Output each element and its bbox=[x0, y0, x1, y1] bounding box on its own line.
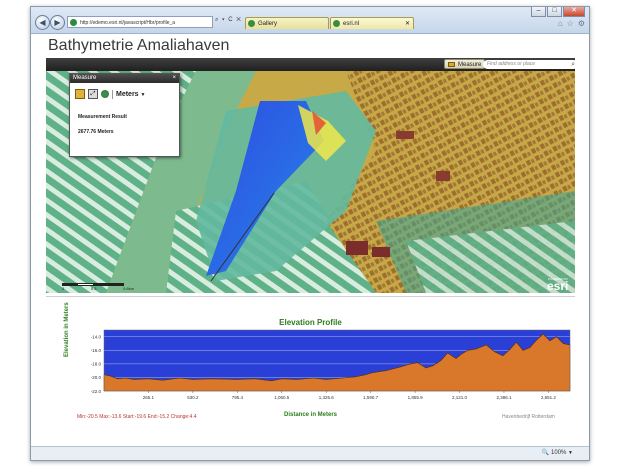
x-tick-label: 265.1 bbox=[143, 395, 155, 400]
settings-gear-icon[interactable]: ⚙ bbox=[578, 19, 585, 28]
address-text: http://edemo.esri.nl/javascript/Hbr/prof… bbox=[80, 20, 176, 26]
measure-tools: ⤢ Meters ▼ bbox=[75, 89, 145, 99]
divider bbox=[112, 89, 113, 99]
y-tick-label: -14.0 bbox=[91, 335, 102, 340]
measurement-result-value: 2677.76 Meters bbox=[78, 129, 114, 135]
x-tick-label: 530.2 bbox=[187, 395, 199, 400]
zoom-icon: 🔍 bbox=[541, 450, 550, 456]
address-tools[interactable]: ⌕ ▾ C ✕ bbox=[215, 17, 242, 24]
measure-panel-title: Measure bbox=[73, 75, 97, 81]
tab-close-icon[interactable]: ✕ bbox=[405, 18, 410, 30]
data-credit: Havenbedrijf Rotterdam bbox=[502, 414, 555, 420]
esri-favicon-icon bbox=[333, 20, 340, 27]
measure-panel: Measure × ⤢ Meters ▼ Measurement Result … bbox=[69, 73, 180, 157]
y-tick-label: -18.0 bbox=[91, 362, 102, 367]
chevron-down-icon: ▼ bbox=[140, 91, 146, 98]
browser-right-tools: ⌂ ☆ ⚙ bbox=[558, 19, 585, 28]
search-input[interactable]: Find address or place ⌕ bbox=[483, 60, 578, 69]
page-title: Bathymetrie Amaliahaven bbox=[48, 37, 230, 54]
scale-bar: 0 0.3 0.6km bbox=[62, 283, 134, 291]
x-tick-label: 1,325.6 bbox=[319, 395, 335, 400]
measurement-result-label: Measurement Result bbox=[78, 114, 127, 120]
x-tick-label: 795.4 bbox=[232, 395, 244, 400]
elevation-profile-panel: Elevation Profile Elevation in Meters Di… bbox=[46, 296, 575, 428]
maximize-button[interactable]: □ bbox=[547, 7, 562, 17]
search-icon[interactable]: ⌕ bbox=[571, 60, 575, 69]
y-tick-label: -22.0 bbox=[91, 389, 102, 394]
location-tool-icon[interactable] bbox=[101, 90, 109, 98]
site-favicon-icon bbox=[70, 19, 77, 26]
distance-tool-icon[interactable]: ⤢ bbox=[88, 89, 98, 99]
zoom-level[interactable]: 🔍 100% ▼ bbox=[542, 449, 573, 456]
scale-label: 0.6km bbox=[123, 286, 134, 291]
scale-label: 0.3 bbox=[90, 286, 97, 291]
browser-window: ◀ ▶ http://edemo.esri.nl/javascript/Hbr/… bbox=[30, 6, 590, 461]
esri-logo: esri bbox=[547, 279, 569, 293]
profile-stats: Min:-20.5 Max:-13.6 Start:-19.6 End:-15.… bbox=[77, 414, 197, 420]
zoom-value: 100% bbox=[551, 450, 567, 456]
tab-label: Gallery bbox=[258, 21, 278, 27]
x-tick-label: 2,121.0 bbox=[452, 395, 468, 400]
units-dropdown[interactable]: Meters ▼ bbox=[116, 91, 145, 98]
x-tick-label: 2,386.1 bbox=[496, 395, 512, 400]
minimize-button[interactable]: – bbox=[531, 7, 546, 17]
browser-toolbar: ◀ ▶ http://edemo.esri.nl/javascript/Hbr/… bbox=[31, 7, 589, 34]
y-tick-label: -20.0 bbox=[91, 375, 102, 380]
y-tick-label: -16.0 bbox=[91, 348, 102, 353]
measure-button-label: Measure bbox=[458, 62, 482, 68]
gallery-favicon-icon bbox=[248, 20, 255, 27]
close-window-button[interactable]: ✕ bbox=[563, 7, 585, 17]
home-icon[interactable]: ⌂ bbox=[558, 19, 563, 28]
chevron-down-icon: ▼ bbox=[568, 450, 573, 456]
units-label: Meters bbox=[116, 90, 139, 98]
measure-panel-header: Measure × bbox=[70, 74, 179, 83]
favorites-star-icon[interactable]: ☆ bbox=[567, 19, 574, 28]
tab-esri[interactable]: esri.nl ✕ bbox=[330, 17, 414, 29]
status-bar: 🔍 100% ▼ bbox=[31, 446, 589, 460]
search-placeholder: Find address or place bbox=[487, 61, 536, 67]
scale-label: 0 bbox=[62, 286, 65, 291]
x-tick-label: 2,651.2 bbox=[541, 395, 557, 400]
x-tick-label: 1,060.5 bbox=[274, 395, 290, 400]
elevation-chart[interactable]: -14.0 -16.0 -18.0 -20.0 -22.0 265.1 530.2 795.4… bbox=[46, 297, 575, 428]
address-bar[interactable]: http://edemo.esri.nl/javascript/Hbr/prof… bbox=[67, 16, 213, 28]
area-tool-icon[interactable] bbox=[75, 89, 85, 99]
x-tick-label: 1,855.9 bbox=[408, 395, 424, 400]
measure-button[interactable]: Measure bbox=[444, 59, 486, 69]
app-toolbar: Measure Find address or place ⌕ bbox=[46, 58, 578, 71]
forward-icon[interactable]: ▶ bbox=[50, 15, 65, 30]
x-tick-label: 1,590.7 bbox=[363, 395, 379, 400]
window-controls: – □ ✕ bbox=[530, 7, 585, 17]
close-icon[interactable]: × bbox=[172, 74, 176, 83]
back-icon[interactable]: ◀ bbox=[35, 15, 50, 30]
measure-ruler-icon bbox=[448, 62, 455, 67]
tab-gallery[interactable]: Gallery bbox=[245, 17, 329, 29]
tab-label: esri.nl bbox=[343, 21, 360, 27]
